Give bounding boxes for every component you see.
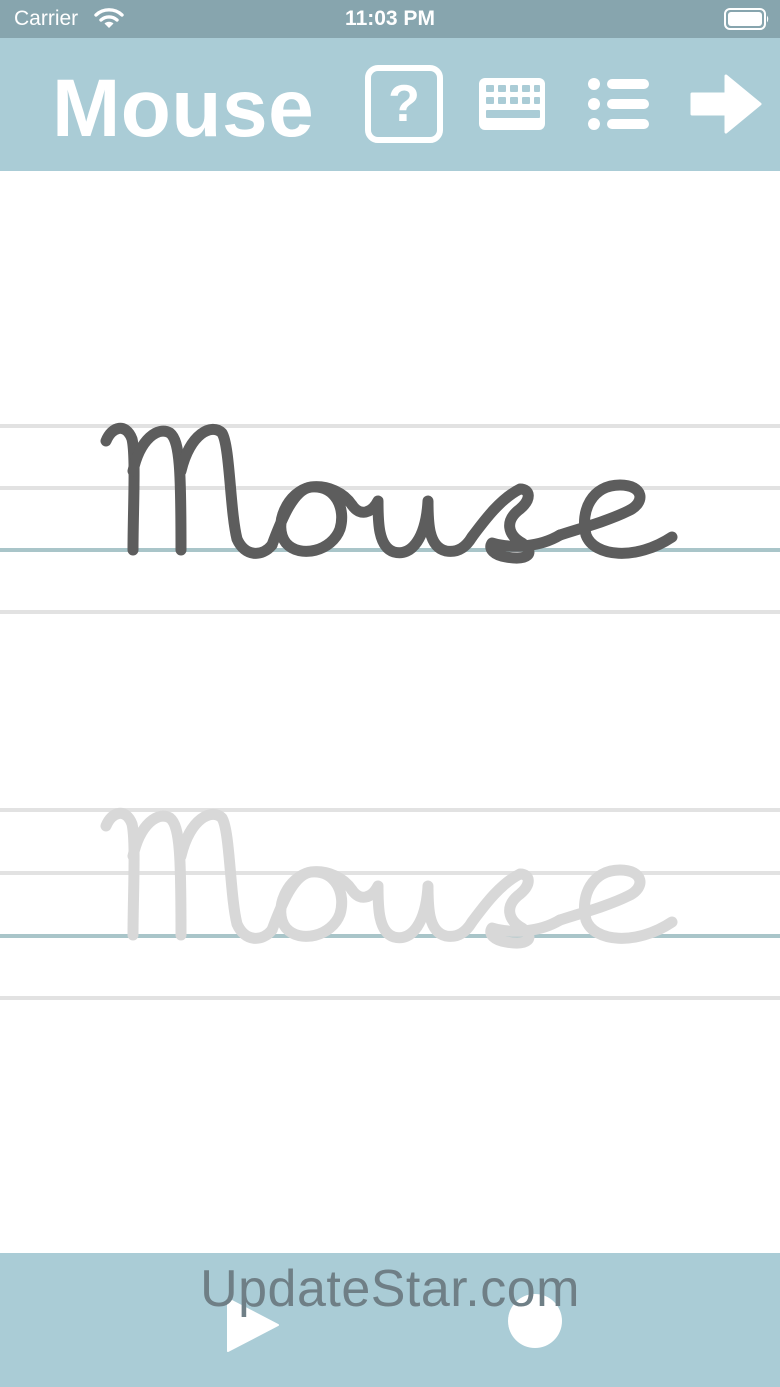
help-icon[interactable]: ? <box>364 64 444 144</box>
bottom-bar: UpdateStar.com <box>0 1253 780 1387</box>
writing-canvas[interactable] <box>0 171 780 1253</box>
guide-line <box>0 871 780 875</box>
guide-line <box>0 486 780 490</box>
writing-area[interactable] <box>0 171 780 1253</box>
arrow-right-icon[interactable] <box>690 72 762 136</box>
page-title: Mouse <box>52 63 315 154</box>
status-time: 11:03 PM <box>345 7 435 30</box>
keyboard-icon[interactable] <box>477 76 547 132</box>
status-bar: Carrier 11:03 PM <box>0 0 780 38</box>
guide-line <box>0 610 780 614</box>
list-icon[interactable] <box>587 76 651 132</box>
model-word <box>100 422 678 564</box>
watermark: UpdateStar.com <box>200 1260 580 1318</box>
model-guide-lines <box>0 424 780 614</box>
trace-word[interactable] <box>100 807 678 949</box>
toolbar: Mouse ? <box>0 38 780 171</box>
battery-icon <box>724 8 769 30</box>
svg-text:?: ? <box>388 75 420 133</box>
guide-line <box>0 996 780 1000</box>
trace-guide-lines <box>0 808 780 1000</box>
